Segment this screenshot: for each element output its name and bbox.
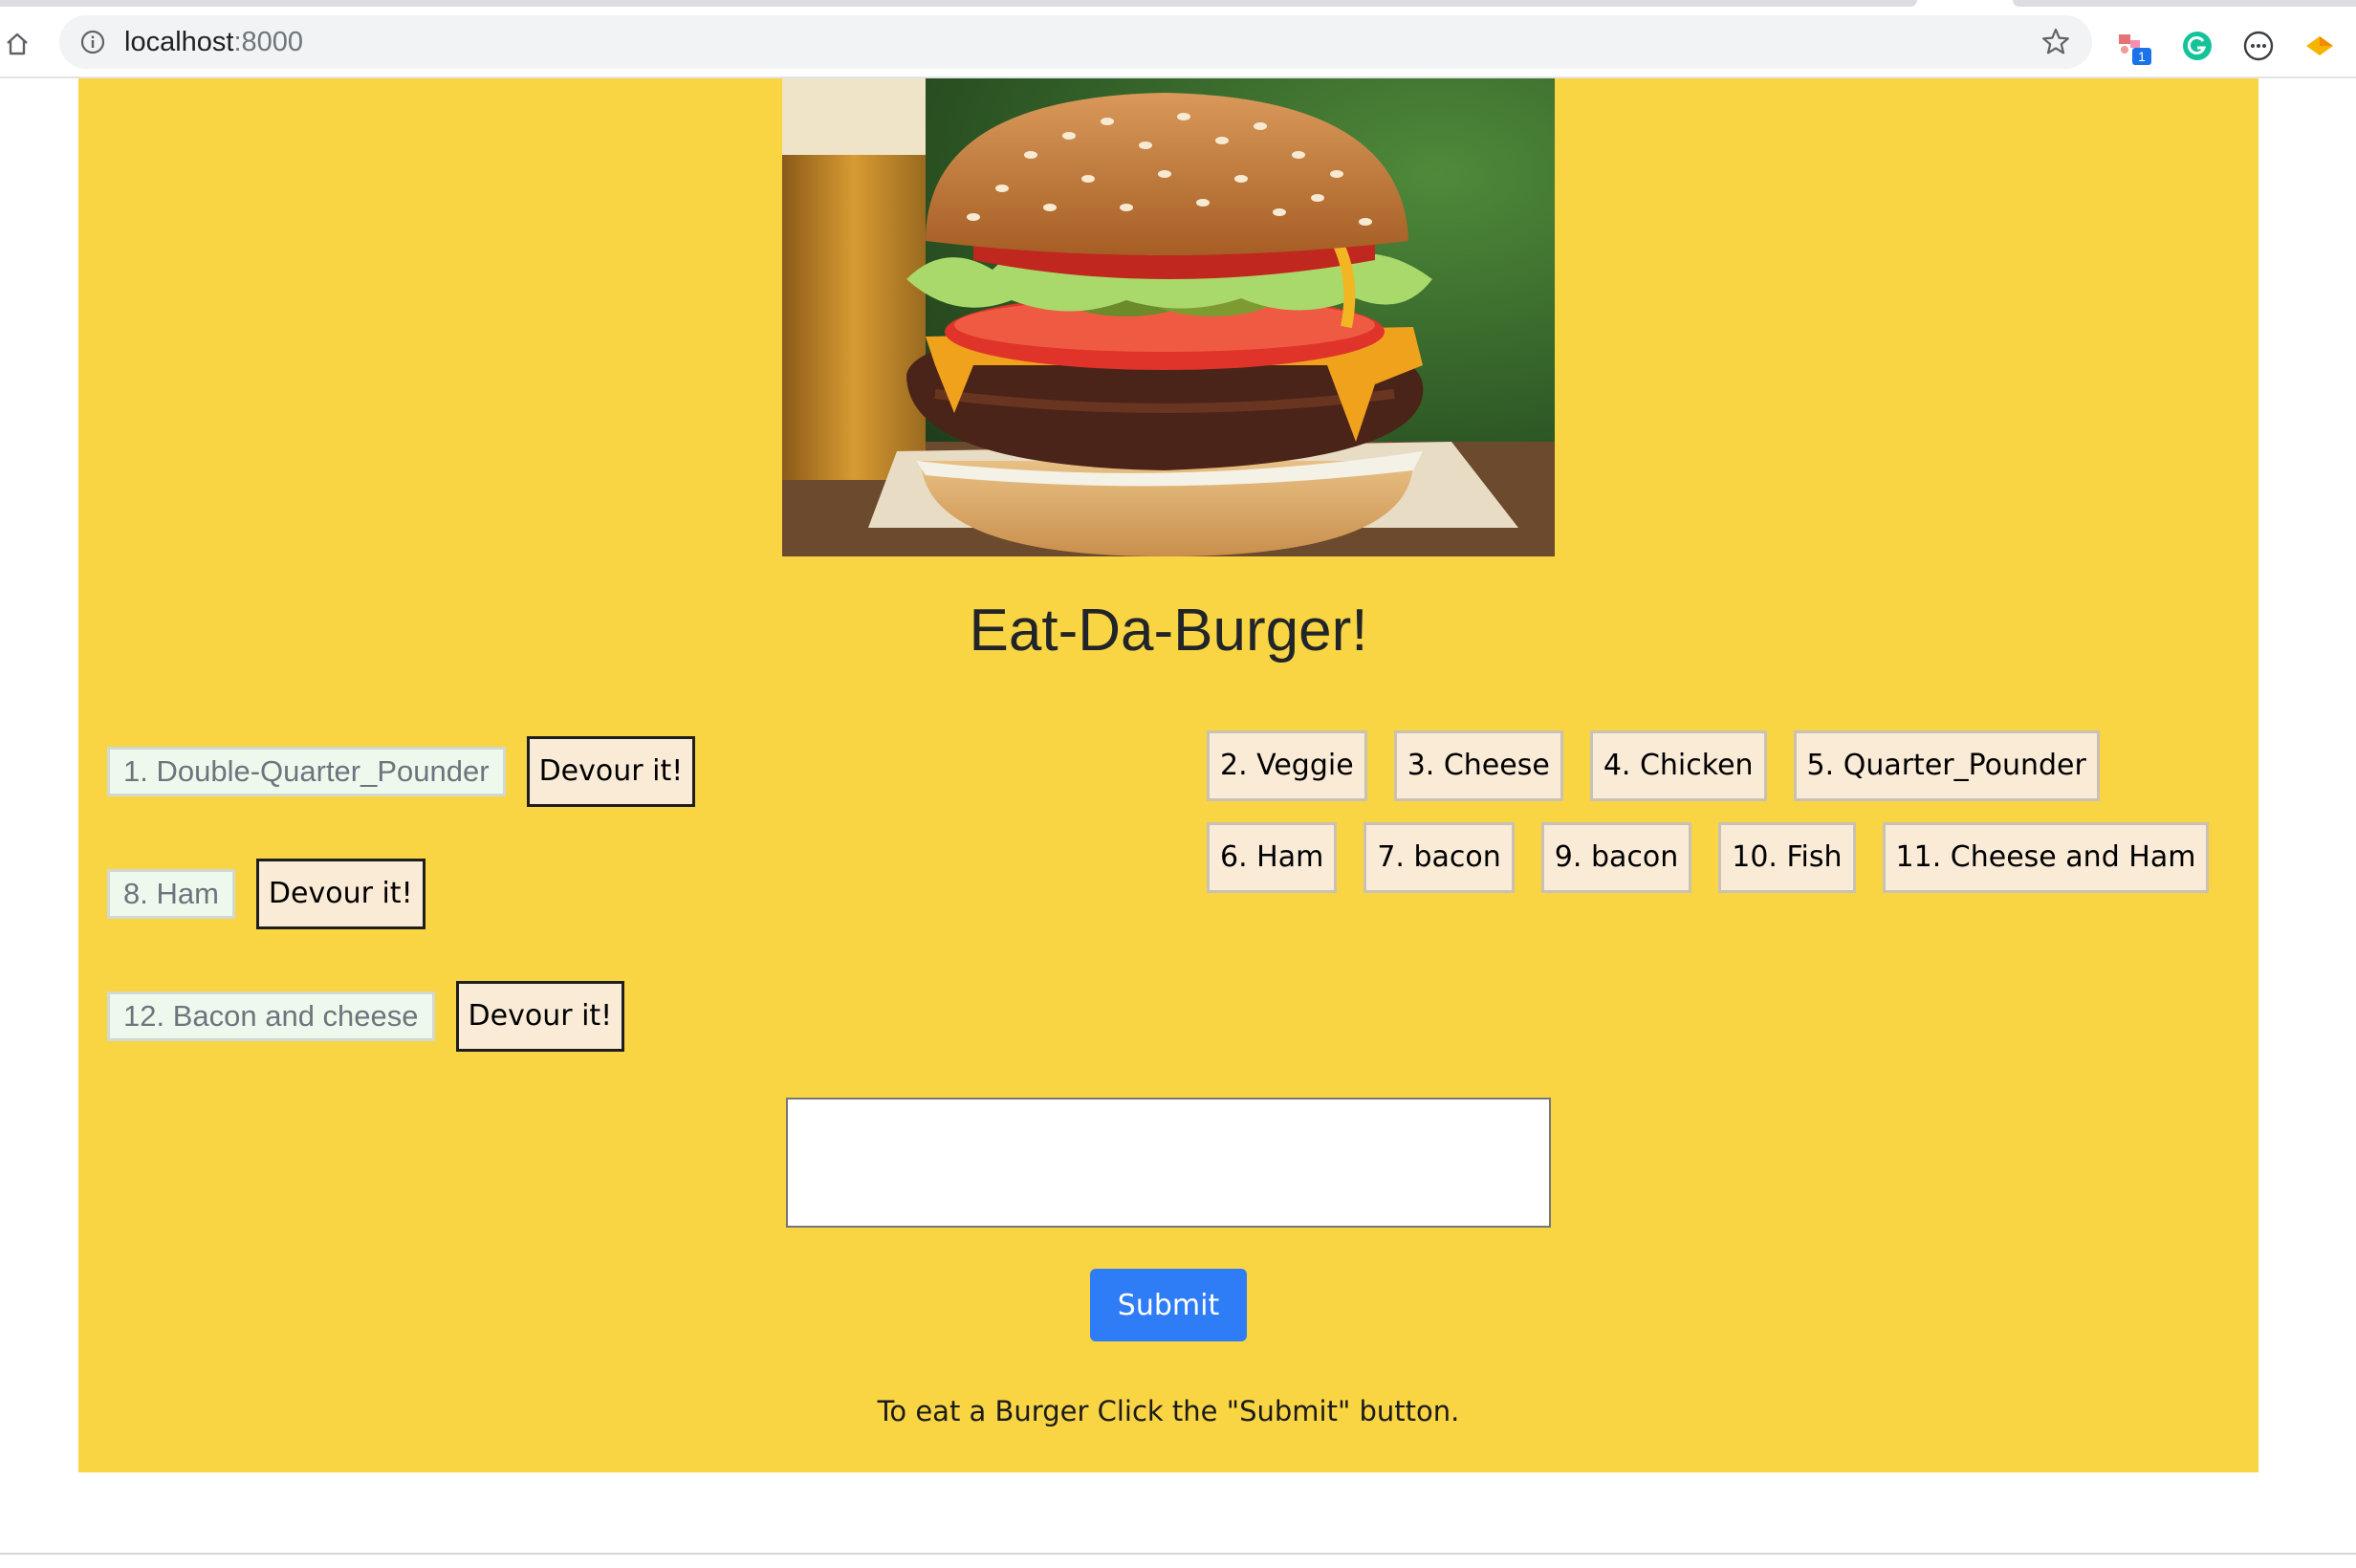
instruction-text: To eat a Burger Click the "Submit" butto… bbox=[877, 1395, 1460, 1427]
address-bar[interactable]: localhost:8000 bbox=[59, 15, 2092, 69]
devoured-burger: 2. Veggie bbox=[1207, 730, 1367, 801]
burger-row: 1. Double-Quarter_Pounder Devour it! bbox=[107, 736, 696, 807]
burger-name: 12. Bacon and cheese bbox=[107, 991, 435, 1041]
extension-shapes-icon[interactable]: 1 bbox=[2115, 29, 2151, 65]
devoured-burger: 10. Fish bbox=[1718, 822, 1856, 893]
tab-strip bbox=[0, 0, 2356, 8]
burger-name: 8. Ham bbox=[107, 869, 235, 919]
tab-strip-left bbox=[0, 0, 1917, 7]
burger-row: 12. Bacon and cheese Devour it! bbox=[107, 981, 625, 1052]
devour-button[interactable]: Devour it! bbox=[255, 859, 425, 929]
burger-name: 1. Double-Quarter_Pounder bbox=[107, 747, 506, 796]
main-container: Eat-Da-Burger! 1. Double-Quarter_Pounder… bbox=[78, 78, 2258, 1472]
devour-button[interactable]: Devour it! bbox=[526, 736, 696, 807]
devoured-burger: 11. Cheese and Ham bbox=[1882, 822, 2210, 893]
submit-button[interactable]: Submit bbox=[1090, 1269, 1247, 1341]
url-text[interactable]: localhost:8000 bbox=[124, 26, 303, 58]
browser-toolbar: localhost:8000 1 bbox=[0, 8, 2356, 78]
info-icon[interactable] bbox=[80, 30, 105, 54]
devoured-burger: 9. bacon bbox=[1540, 822, 1692, 893]
page-viewport: Eat-Da-Burger! 1. Double-Quarter_Pounder… bbox=[0, 78, 2356, 1555]
extension-badge: 1 bbox=[2132, 48, 2151, 65]
burger-row: 8. Ham Devour it! bbox=[107, 859, 425, 929]
devoured-burger: 3. Cheese bbox=[1393, 730, 1563, 801]
devoured-row: 2. Veggie 3. Cheese 4. Chicken 5. Quarte… bbox=[1207, 730, 2239, 801]
devoured-burger: 7. bacon bbox=[1363, 822, 1515, 893]
devoured-row: 6. Ham 7. bacon 9. bacon 10. Fish 11. Ch… bbox=[1207, 822, 2239, 893]
url-host: localhost bbox=[124, 27, 234, 57]
extension-diamond-icon[interactable] bbox=[2302, 29, 2337, 63]
devoured-list: 2. Veggie 3. Cheese 4. Chicken 5. Quarte… bbox=[1207, 730, 2239, 914]
bottom-divider bbox=[0, 1553, 2356, 1555]
grammarly-icon[interactable] bbox=[2180, 29, 2214, 63]
bookmark-star-icon[interactable] bbox=[2040, 27, 2071, 57]
page-title: Eat-Da-Burger! bbox=[969, 598, 1368, 664]
tab-strip-right bbox=[2013, 0, 2356, 7]
url-port: :8000 bbox=[233, 27, 304, 57]
extension-circle-icon[interactable] bbox=[2241, 29, 2276, 63]
devoured-burger: 4. Chicken bbox=[1589, 730, 1767, 801]
burger-name-input[interactable] bbox=[786, 1098, 1551, 1228]
devoured-burger: 6. Ham bbox=[1207, 822, 1338, 893]
devoured-burger: 5. Quarter_Pounder bbox=[1793, 730, 2100, 801]
home-icon[interactable] bbox=[0, 27, 34, 61]
burger-hero-image bbox=[782, 78, 1555, 556]
devour-button[interactable]: Devour it! bbox=[455, 981, 625, 1052]
